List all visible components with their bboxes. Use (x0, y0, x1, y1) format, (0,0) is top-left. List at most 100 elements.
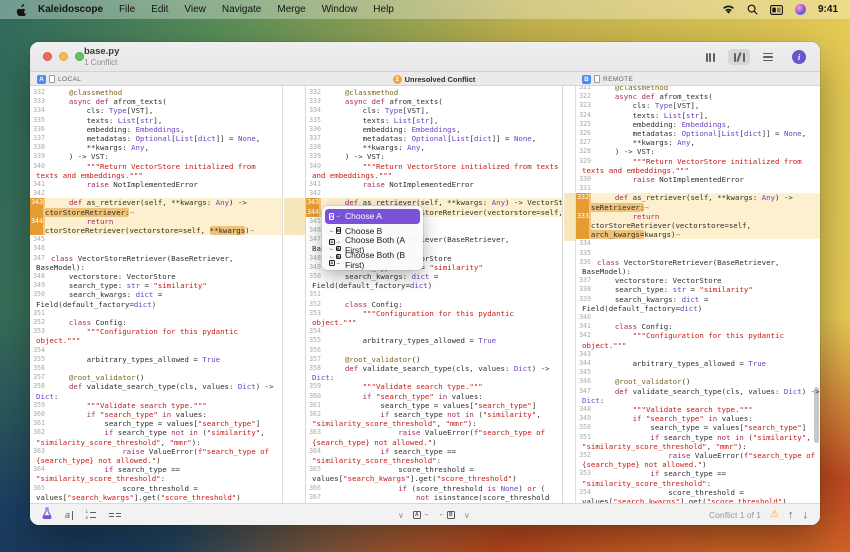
line-number: 359 (306, 382, 321, 391)
wifi-icon[interactable] (722, 5, 735, 15)
line-number: 332 (306, 88, 321, 97)
code-text: if "search_type" in values: (30, 410, 282, 419)
code-line: 325 embedding: Embeddings, (576, 120, 820, 129)
code-text (576, 249, 820, 258)
remote-pane-header[interactable]: B REMOTE (582, 72, 633, 86)
conflict-pane-header[interactable]: 1 Unresolved Conflict (305, 72, 563, 86)
code-line: 347class VectorStoreRetriever(BaseRetrie… (30, 254, 282, 272)
menu-navigate[interactable]: Navigate (222, 4, 261, 15)
code-text: return VectorStoreRetriever(vectorstore=… (576, 212, 820, 240)
code-line: 343 (576, 350, 820, 359)
line-number: 364 (30, 465, 45, 483)
code-line: 351 if search_type not in ("similarity",… (576, 433, 820, 451)
unified-view-icon (763, 53, 773, 62)
line-number: 343 (306, 198, 321, 207)
remote-code-pane[interactable]: 321 @classmethod322 async def afrom_text… (575, 86, 820, 503)
code-text: @root_validator() (30, 373, 282, 382)
choose-a-action-icon[interactable]: A→ (413, 511, 430, 519)
chevron-down-icon[interactable]: ∨ (464, 511, 470, 520)
apple-menu-icon[interactable] (16, 3, 28, 16)
menu-file[interactable]: File (119, 4, 135, 15)
code-text: """Return VectorStore initialized from t… (306, 162, 562, 180)
minimize-button[interactable] (59, 52, 68, 61)
next-conflict-button[interactable]: ↓ (803, 510, 809, 521)
code-line: 366 if (score_threshold is None) or ( (306, 484, 562, 493)
line-number: 366 (306, 484, 321, 493)
view-mode-fluid-button[interactable] (728, 49, 750, 65)
code-text: ) -> VST: (306, 152, 562, 161)
text-style-icon[interactable]: a (65, 511, 73, 520)
stage-manager-icon[interactable] (770, 5, 783, 15)
file-info-button[interactable]: i (792, 50, 806, 64)
remote-scrollbar[interactable] (814, 387, 819, 443)
code-text: @root_validator() (306, 355, 562, 364)
line-number: 323 (576, 101, 591, 110)
menubar-app-name[interactable]: Kaleidoscope (38, 4, 103, 15)
code-line: 334 cls: Type[VST], (30, 106, 282, 115)
remote-label: REMOTE (603, 76, 633, 83)
code-text: embedding: Embeddings, (306, 125, 562, 134)
menubar-clock[interactable]: 9:41 (818, 4, 838, 15)
menu-window[interactable]: Window (322, 4, 358, 15)
code-line: 342 (30, 189, 282, 198)
menu-view[interactable]: View (184, 4, 206, 15)
line-number: 347 (576, 387, 591, 405)
code-text: class Config: (576, 322, 820, 331)
code-text: class Config: (30, 318, 282, 327)
line-number: 365 (30, 484, 45, 502)
line-number: 333 (30, 97, 45, 106)
line-number: 339 (576, 295, 591, 313)
code-text: return VectorStoreRetriever(vectorstore=… (30, 217, 282, 235)
menu-item-choose-both-b-first-[interactable]: ←BA→Choose Both (B First) (325, 253, 420, 268)
menu-help[interactable]: Help (373, 4, 394, 15)
line-number: 348 (30, 272, 45, 281)
code-line: 354 score_threshold = values["search_kwa… (576, 488, 820, 503)
line-numbers-icon[interactable]: 12 (86, 510, 96, 520)
previous-conflict-button[interactable]: ↑ (788, 510, 794, 521)
code-line: 333 async def afrom_texts( (306, 97, 562, 106)
line-number: 335 (576, 249, 591, 258)
code-line: 331 (576, 184, 820, 193)
menu-merge[interactable]: Merge (277, 4, 305, 15)
line-number: 352 (306, 300, 321, 309)
siri-icon[interactable] (795, 4, 806, 15)
search-icon[interactable] (747, 4, 758, 15)
local-pane-header[interactable]: A LOCAL (37, 72, 81, 86)
line-number: 348 (576, 405, 591, 414)
line-number: 341 (30, 180, 45, 189)
code-line: 341 raise NotImplementedError (306, 180, 562, 189)
document-icon (594, 75, 600, 83)
wrap-lines-icon[interactable] (109, 513, 122, 518)
menu-edit[interactable]: Edit (151, 4, 168, 15)
menubar: Kaleidoscope File Edit View Navigate Mer… (0, 0, 850, 19)
conflict-code-pane[interactable]: 332 @classmethod333 async def afrom_text… (305, 86, 563, 503)
choose-b-action-icon[interactable]: ←B (438, 511, 455, 519)
line-number: 361 (306, 401, 321, 410)
line-number: 332 (30, 88, 45, 97)
code-text: if (score_threshold is None) or ( (306, 484, 562, 493)
view-mode-two-pane-button[interactable] (699, 49, 721, 65)
close-button[interactable] (43, 52, 52, 61)
code-line: 351 (306, 290, 562, 299)
code-line: 339 search_kwargs: dict = Field(default_… (576, 295, 820, 313)
filter-changes-icon[interactable] (42, 506, 52, 524)
line-number: 337 (576, 276, 591, 285)
view-mode-unified-button[interactable] (757, 49, 779, 65)
line-number: 345 (30, 235, 45, 244)
local-code-pane[interactable]: 332 @classmethod333 async def afrom_text… (30, 86, 283, 503)
code-line: 351 (30, 309, 282, 318)
zoom-button[interactable] (75, 52, 84, 61)
line-number: 337 (30, 134, 45, 143)
line-number: 365 (306, 465, 321, 483)
line-number: 355 (306, 336, 321, 345)
chevron-down-icon[interactable]: ∨ (398, 511, 404, 520)
line-number: 341 (306, 180, 321, 189)
code-text: embedding: Embeddings, (576, 120, 820, 129)
line-number: 349 (306, 263, 321, 272)
code-line: 337 metadatas: Optional[List[dict]] = No… (306, 134, 562, 143)
menu-item-choose-a[interactable]: A→Choose A (325, 209, 420, 224)
code-text: embedding: Embeddings, (30, 125, 282, 134)
conflict-connector-left (284, 198, 305, 235)
code-text: cls: Type[VST], (306, 106, 562, 115)
code-text: score_threshold = values["search_kwargs"… (306, 465, 562, 483)
